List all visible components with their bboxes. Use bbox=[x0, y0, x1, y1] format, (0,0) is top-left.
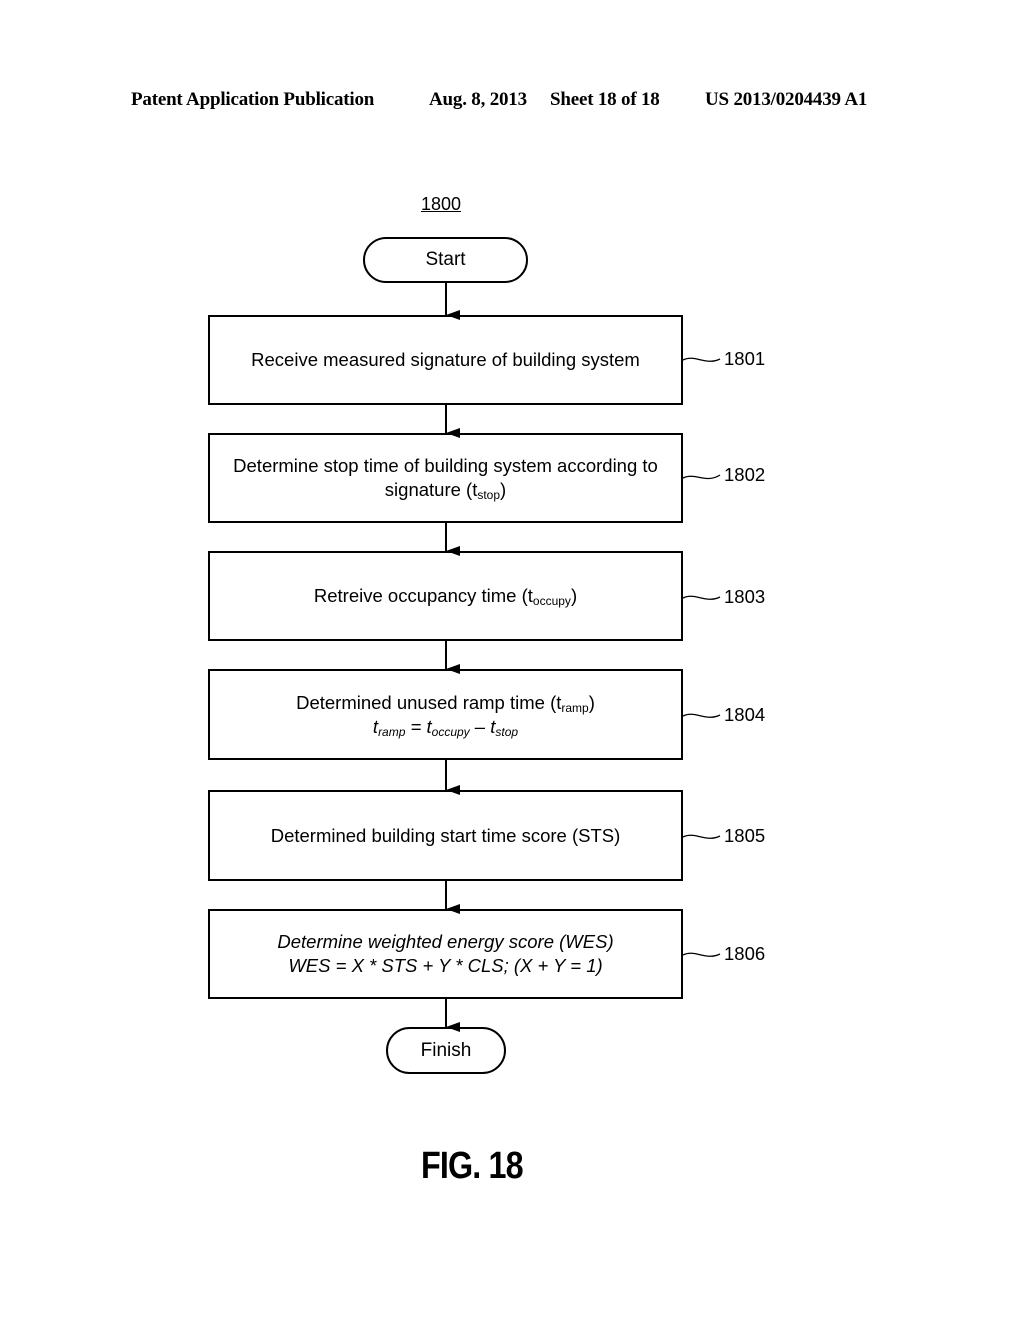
leader-1806 bbox=[682, 952, 721, 957]
step-box-1806: Determine weighted energy score (WES) WE… bbox=[208, 909, 683, 999]
step-label-1805: 1805 bbox=[724, 825, 766, 846]
leader-1802 bbox=[682, 474, 721, 480]
step-1801-text: Receive measured signature of building s… bbox=[251, 349, 640, 370]
step-label-1801: 1801 bbox=[724, 348, 766, 369]
step-1806-line2: WES = X * STS + Y * CLS; (X + Y = 1) bbox=[288, 955, 603, 976]
leader-1805 bbox=[682, 834, 721, 839]
step-1804-equation: tramp = toccupy – tstop bbox=[373, 715, 518, 739]
step-1802-line1: Determine stop time of building system a… bbox=[233, 455, 658, 476]
start-label: Start bbox=[425, 249, 466, 270]
step-1803-text-main: Retreive occupancy time (t bbox=[313, 585, 533, 606]
step-1802-line2-close: ) bbox=[500, 479, 507, 500]
figure-label: FIG. 18 bbox=[421, 1145, 524, 1187]
step-label-1803: 1803 bbox=[724, 586, 766, 607]
step-1806-line1: Determine weighted energy score (WES) bbox=[277, 931, 614, 952]
subscript-occupy: occupy bbox=[532, 594, 571, 608]
step-1802-line2-text: signature (t bbox=[384, 479, 478, 500]
finish-terminal: Finish bbox=[386, 1027, 506, 1074]
step-1802-line2: signature (tstop) bbox=[385, 478, 506, 502]
leader-1803 bbox=[682, 595, 721, 600]
leader-1801 bbox=[682, 357, 721, 362]
step-box-1802: Determine stop time of building system a… bbox=[208, 433, 683, 523]
finish-label: Finish bbox=[420, 1039, 472, 1061]
step-label-1804: 1804 bbox=[724, 704, 766, 725]
step-1805-text: Determined building start time score (ST… bbox=[270, 824, 621, 846]
eq-sub-occupy: occupy bbox=[431, 724, 470, 739]
step-1804-line1: Determined unused ramp time (tramp) bbox=[296, 691, 595, 715]
step-1803-text-close: ) bbox=[570, 585, 578, 606]
step-box-1801: Receive measured signature of building s… bbox=[208, 315, 683, 405]
step-1803-text: Retreive occupancy time (toccupy) bbox=[314, 584, 577, 608]
eq-minus: – t bbox=[469, 715, 496, 737]
step-box-1803: Retreive occupancy time (toccupy) bbox=[208, 551, 683, 641]
eq-equals: = t bbox=[405, 715, 432, 737]
eq-sub-ramp: ramp bbox=[378, 724, 406, 739]
eq-sub-stop: stop bbox=[495, 724, 519, 739]
step-label-1806: 1806 bbox=[724, 943, 766, 964]
step-box-1805: Determined building start time score (ST… bbox=[208, 790, 683, 881]
diagram-reference-number: 1800 bbox=[421, 194, 462, 214]
connector-layer bbox=[445, 283, 721, 1032]
step-1804-line1-close: ) bbox=[588, 691, 595, 713]
step-box-1804: Determined unused ramp time (tramp) tram… bbox=[208, 669, 683, 760]
leader-1804 bbox=[682, 713, 721, 718]
subscript-ramp: ramp bbox=[561, 700, 589, 715]
start-terminal: Start bbox=[363, 237, 528, 283]
step-label-1802: 1802 bbox=[724, 464, 766, 485]
step-1804-line1-text: Determined unused ramp time (t bbox=[296, 691, 562, 713]
subscript-stop: stop bbox=[477, 488, 501, 502]
